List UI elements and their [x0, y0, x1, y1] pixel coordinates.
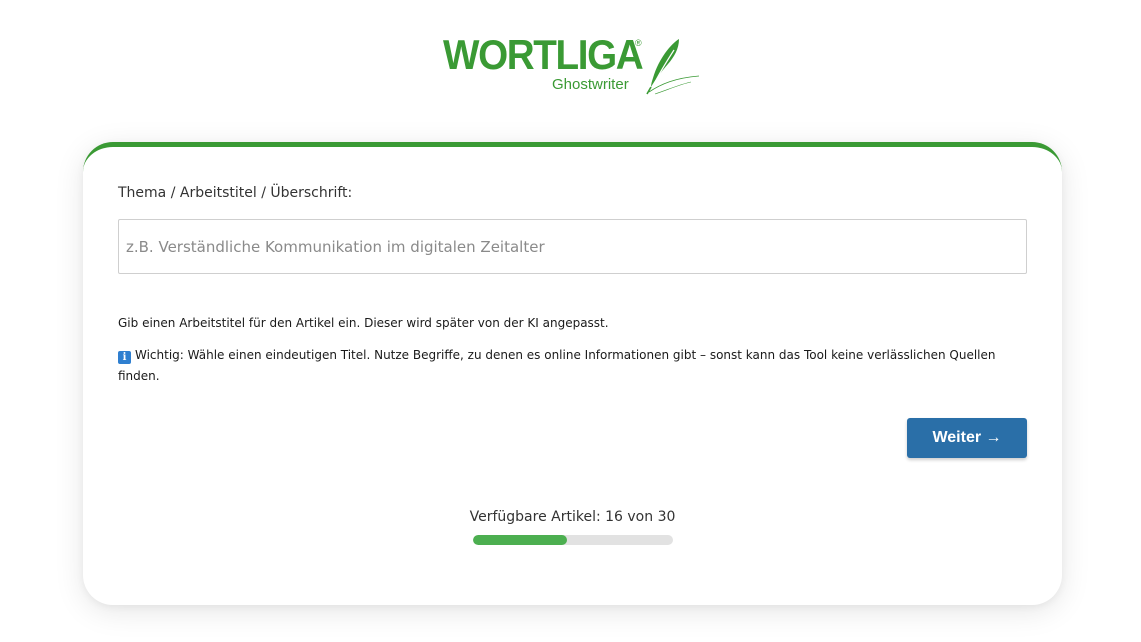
logo-wordmark: WORTLIGA	[443, 31, 644, 78]
feather-quill-icon	[646, 39, 700, 95]
logo-subtitle: Ghostwriter	[552, 76, 629, 93]
important-note-text: Wichtig: Wähle einen eindeutigen Titel. …	[118, 348, 996, 383]
help-text: Gib einen Arbeitstitel für den Artikel e…	[118, 316, 609, 330]
title-input[interactable]	[118, 219, 1027, 274]
articles-progress-bar	[473, 535, 673, 545]
available-articles-label: Verfügbare Artikel: 16 von 30	[469, 509, 676, 525]
next-button[interactable]: Weiter →	[907, 418, 1027, 458]
title-form-card: Thema / Arbeitstitel / Überschrift: Gib …	[83, 142, 1062, 605]
info-icon: i	[118, 351, 131, 364]
page: WORTLIGA ® Ghostwriter Thema / Arbeitsti…	[0, 0, 1141, 642]
articles-progress-fill	[473, 535, 567, 545]
important-note: i Wichtig: Wähle einen eindeutigen Titel.…	[118, 345, 1018, 387]
wortliga-logo[interactable]: WORTLIGA ® Ghostwriter	[443, 34, 703, 96]
title-field-label: Thema / Arbeitstitel / Überschrift:	[118, 185, 353, 201]
